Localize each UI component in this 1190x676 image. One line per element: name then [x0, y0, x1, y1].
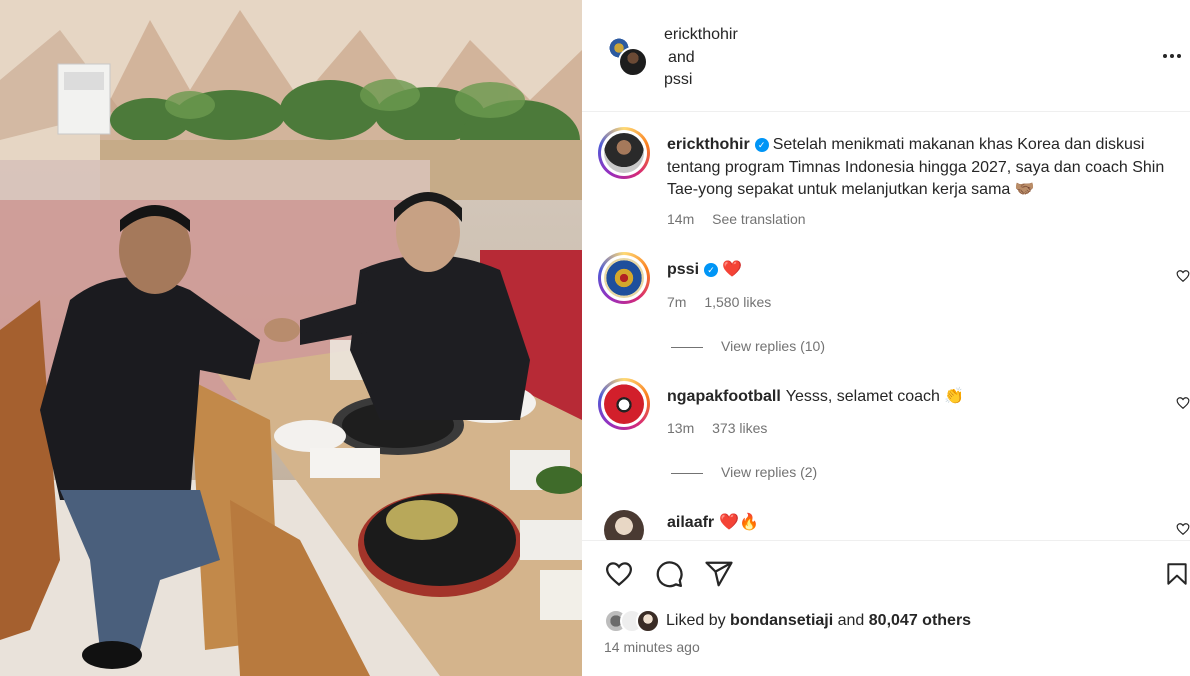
replies-line	[671, 346, 703, 348]
comment-text: Yesss, selamet coach 👏	[785, 388, 965, 405]
comment-username[interactable]: ngapakfootball	[667, 388, 781, 405]
caption-text-block: erickthohir ✓ Setelah menikmati makanan kh…	[667, 134, 1172, 202]
more-dot	[1177, 54, 1181, 58]
action-bar	[582, 540, 1190, 606]
photo-illustration	[0, 0, 582, 676]
post-timestamp[interactable]: 14 minutes ago	[604, 639, 700, 655]
comment-text: ❤️🔥	[719, 514, 759, 531]
liker-avatar	[636, 609, 660, 633]
header-and: and	[668, 48, 695, 66]
comment-likes[interactable]: 1,580 likes	[704, 294, 771, 310]
caption-username[interactable]: erickthohir	[667, 136, 750, 153]
comment-likes[interactable]: 373 likes	[712, 420, 767, 436]
header-user-erickthohir[interactable]: erickthohir	[664, 24, 738, 47]
more-dot	[1170, 54, 1174, 58]
comment-text-block: pssi ✓ ❤️	[667, 259, 1172, 282]
liked-by-and: and	[837, 612, 865, 629]
view-replies-label: View replies (2)	[721, 464, 818, 480]
like-comment-heart-icon[interactable]	[1176, 269, 1190, 283]
header-user-pssi[interactable]: pssi	[664, 69, 738, 92]
avatar	[604, 133, 644, 173]
liked-by-others[interactable]: 80,047 others	[869, 612, 971, 630]
comment-time[interactable]: 13m	[667, 420, 694, 436]
view-replies-button[interactable]: View replies (10)	[671, 338, 825, 354]
like-comment-heart-icon[interactable]	[1176, 396, 1190, 410]
post-photo	[0, 0, 582, 676]
like-comment-heart-icon[interactable]	[1176, 522, 1190, 536]
comment-bubble-icon[interactable]	[654, 559, 684, 589]
post-header: erickthohir and pssi	[582, 0, 1190, 112]
view-replies-button[interactable]: View replies (2)	[671, 464, 817, 480]
liked-by-prefix: Liked by	[666, 612, 726, 629]
comment-text-block: ailaafr ❤️🔥	[667, 512, 1172, 535]
save-bookmark-icon[interactable]	[1164, 559, 1190, 589]
liked-by-row[interactable]: Liked by bondansetiaji and 80,047 others	[604, 606, 971, 636]
comment-avatar-ngapakfootball[interactable]	[598, 378, 650, 430]
more-dot	[1163, 54, 1167, 58]
comment-avatar-ailaafr[interactable]	[604, 510, 644, 540]
comments-section[interactable]: erickthohir ✓ Setelah menikmati makanan kh…	[582, 112, 1190, 540]
share-send-icon[interactable]	[704, 559, 734, 589]
comment-username[interactable]: ailaafr	[667, 514, 714, 531]
post-panel: erickthohir and pssi erickthohir ✓ Setelah…	[582, 0, 1190, 676]
view-replies-label: View replies (10)	[721, 338, 826, 354]
verified-badge-icon: ✓	[704, 263, 719, 277]
comment-avatar-pssi[interactable]	[598, 252, 650, 304]
replies-line	[671, 472, 703, 474]
caption-time[interactable]: 14m	[667, 211, 694, 227]
verified-badge-icon: ✓	[754, 138, 769, 152]
liked-by-user[interactable]: bondansetiaji	[730, 612, 833, 630]
comment-meta: 13m 373 likes	[667, 420, 781, 436]
collab-names: erickthohir and pssi	[664, 24, 738, 92]
avatar-erickthohir[interactable]	[618, 47, 648, 77]
like-heart-icon[interactable]	[604, 559, 634, 589]
comment-username[interactable]: pssi	[667, 261, 699, 278]
caption-avatar[interactable]	[598, 127, 650, 179]
collab-avatars[interactable]	[606, 35, 648, 77]
avatar	[604, 258, 644, 298]
comment-text-block: ngapakfootball Yesss, selamet coach 👏	[667, 386, 1172, 409]
comment-time[interactable]: 7m	[667, 294, 686, 310]
comment-meta: 7m 1,580 likes	[667, 294, 785, 310]
comment-text: ❤️	[722, 261, 742, 278]
avatar	[604, 384, 644, 424]
more-options-button[interactable]	[1160, 44, 1184, 68]
caption-meta: 14m See translation	[667, 211, 820, 227]
see-translation-link[interactable]: See translation	[712, 211, 805, 227]
